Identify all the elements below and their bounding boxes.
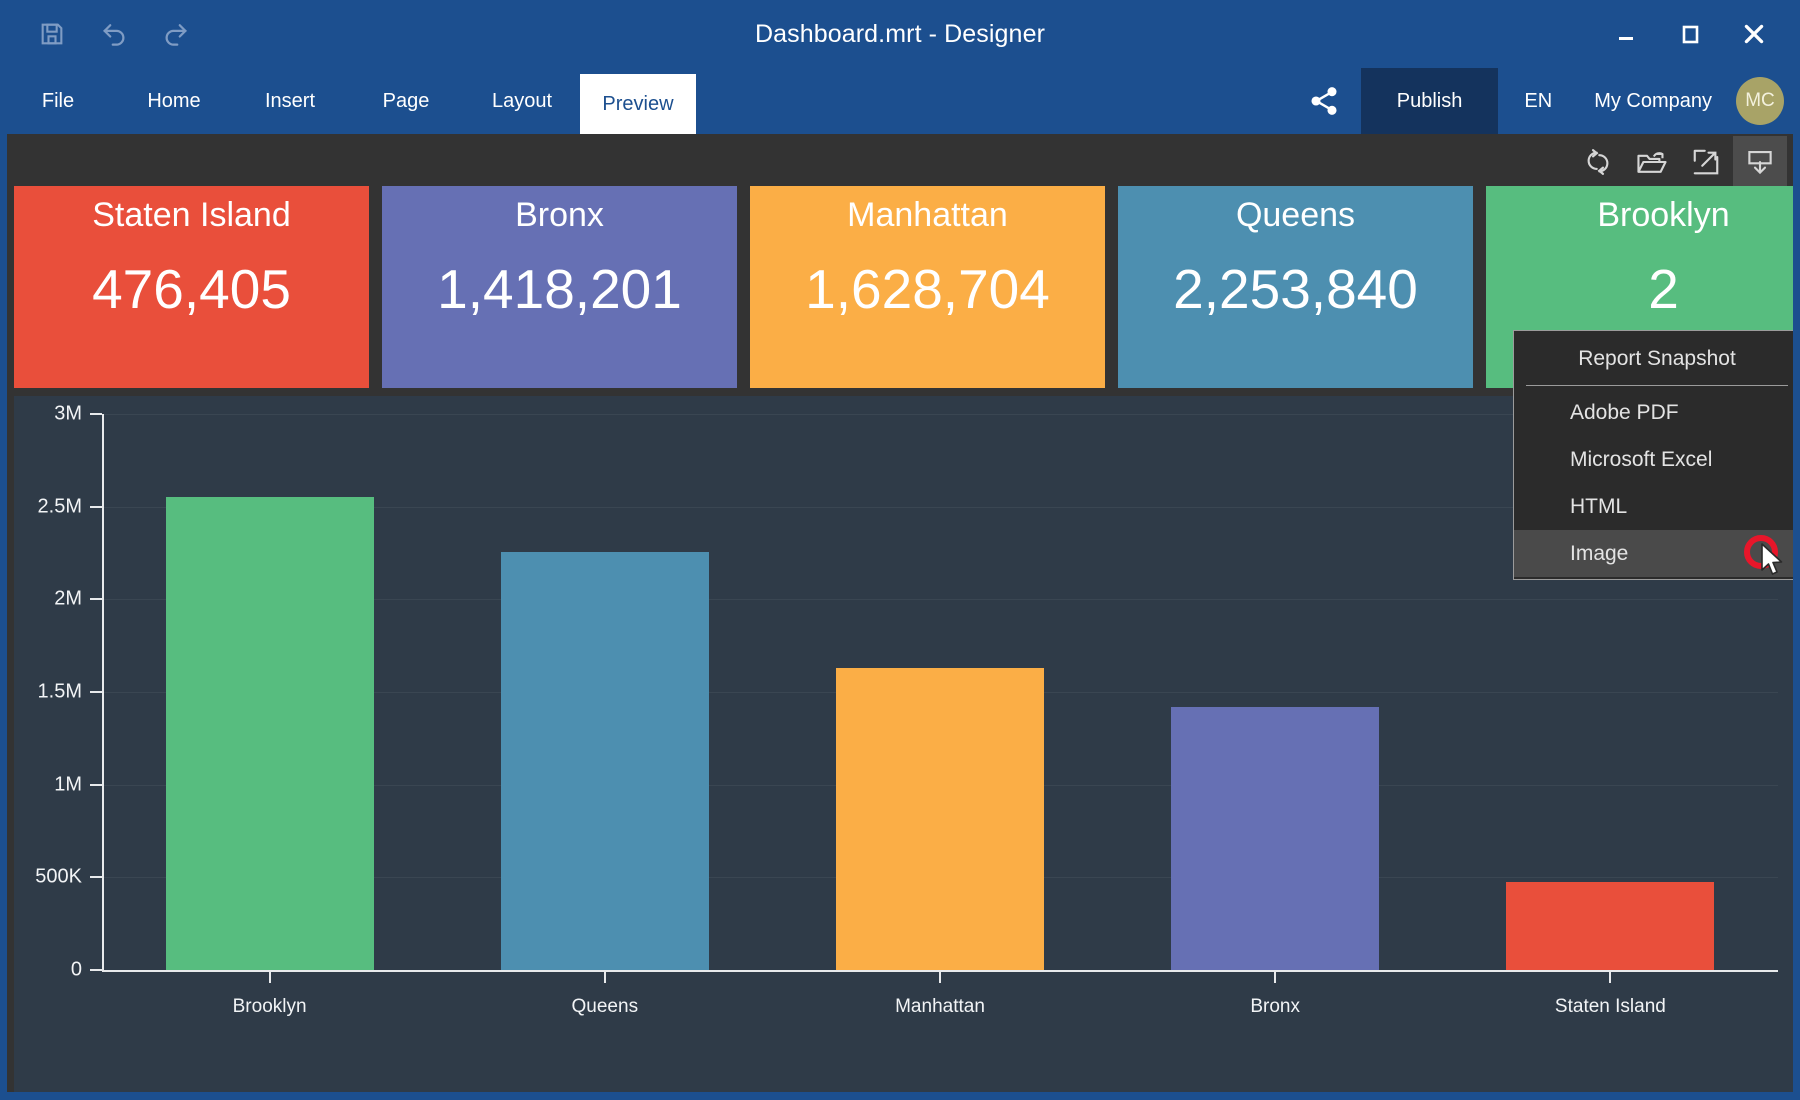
tab-preview-label: Preview (602, 92, 674, 115)
x-axis-tick (603, 972, 606, 983)
kpi-value: 1,418,201 (437, 258, 682, 320)
x-axis-tick-label: Bronx (1250, 996, 1301, 1017)
menu-item-label: HTML (1570, 494, 1628, 518)
tab-file-label: File (41, 89, 75, 112)
tab-page-label: Page (382, 89, 430, 112)
menu-item-html[interactable]: HTML (1514, 483, 1793, 530)
ribbon-bar: File Home Insert Page Layout Preview Pub… (0, 68, 1800, 134)
y-axis-tick-label: 2M (54, 587, 82, 610)
avatar[interactable]: MC (1736, 77, 1784, 125)
y-axis-tick (90, 876, 102, 879)
x-axis-tick-label: Staten Island (1554, 996, 1666, 1017)
y-axis-tick (90, 691, 102, 693)
menu-item-report-snapshot[interactable]: Report Snapshot (1514, 335, 1793, 382)
y-axis-tick-label: 1M (54, 773, 82, 796)
share-icon[interactable] (1287, 68, 1361, 134)
close-icon[interactable] (1722, 8, 1786, 60)
title-bar: Dashboard.mrt - Designer (0, 0, 1800, 68)
kpi-title: Staten Island (92, 196, 291, 234)
x-axis-tick (1609, 972, 1612, 983)
kpi-title: Brooklyn (1597, 196, 1730, 234)
company-menu[interactable]: My Company (1578, 68, 1722, 134)
menu-item-label: Report Snapshot (1578, 346, 1736, 370)
kpi-card-bronx[interactable]: Bronx 1,418,201 (382, 186, 737, 388)
menu-item-label: Adobe PDF (1570, 400, 1679, 424)
x-axis-tick-label: Queens (571, 996, 639, 1017)
y-axis-tick-label: 0 (70, 958, 82, 981)
kpi-value: 2,253,840 (1173, 258, 1418, 320)
report-viewer: Staten Island 476,405 Bronx 1,418,201 Ma… (7, 134, 1793, 1092)
cursor-indicator (1738, 533, 1793, 577)
y-axis-tick-label: 1.5M (37, 680, 82, 703)
chart-bar[interactable] (1171, 707, 1380, 970)
tab-home[interactable]: Home (116, 68, 232, 134)
tab-preview[interactable]: Preview (580, 74, 696, 134)
open-folder-icon[interactable] (1625, 136, 1679, 188)
company-label: My Company (1594, 89, 1712, 112)
chart-bar[interactable] (500, 552, 709, 970)
chart-bar[interactable] (165, 496, 374, 970)
y-axis-tick (90, 413, 102, 415)
avatar-initials: MC (1745, 90, 1775, 111)
tab-layout-label: Layout (491, 89, 553, 112)
tab-page[interactable]: Page (348, 68, 464, 134)
x-axis-tick-label: Manhattan (895, 996, 985, 1017)
window-title: Dashboard.mrt - Designer (754, 20, 1045, 48)
language-selector[interactable]: EN (1498, 68, 1578, 134)
y-axis-tick (90, 598, 102, 601)
kpi-value: 476,405 (92, 258, 291, 320)
menu-item-label: Microsoft Excel (1570, 447, 1713, 471)
y-axis-tick-label: 3M (54, 402, 82, 425)
y-axis-tick-label: 2.5M (37, 495, 82, 518)
x-axis-tick-label: Brooklyn (232, 996, 307, 1017)
designer-window: Dashboard.mrt - Designer File Home Inser… (0, 0, 1800, 1100)
y-axis-tick-label: 500K (35, 865, 82, 888)
y-axis-line (102, 414, 104, 972)
y-axis-tick (90, 783, 102, 786)
language-label: EN (1524, 89, 1553, 112)
x-axis-tick (939, 972, 941, 983)
menu-separator (1526, 385, 1788, 386)
preview-toolbar (1571, 134, 1793, 190)
ribbon-actions: Publish EN My Company MC (1287, 68, 1800, 134)
tab-file[interactable]: File (0, 68, 116, 134)
maximize-icon[interactable] (1658, 8, 1722, 60)
mouse-cursor-icon (1761, 543, 1783, 575)
tab-insert[interactable]: Insert (232, 68, 348, 134)
ribbon-tabs: File Home Insert Page Layout Preview (0, 68, 696, 134)
kpi-value: 2 (1648, 258, 1679, 320)
preview-surface: Staten Island 476,405 Bronx 1,418,201 Ma… (0, 134, 1800, 1100)
menu-item-image[interactable]: Image (1514, 530, 1793, 577)
kpi-value: 1,628,704 (805, 258, 1050, 320)
menu-item-microsoft-excel[interactable]: Microsoft Excel (1514, 436, 1793, 483)
chart-bar[interactable] (1506, 881, 1715, 970)
tab-layout[interactable]: Layout (464, 68, 580, 134)
publish-label: Publish (1396, 89, 1463, 112)
kpi-card-queens[interactable]: Queens 2,253,840 (1118, 186, 1473, 388)
kpi-card-staten-island[interactable]: Staten Island 476,405 (14, 186, 369, 388)
publish-button[interactable]: Publish (1360, 68, 1499, 134)
kpi-title: Queens (1235, 196, 1356, 234)
window-controls (1594, 0, 1786, 68)
y-axis-tick (90, 505, 102, 508)
export-dropdown-menu: Report Snapshot Adobe PDF Microsoft Exce… (1513, 330, 1793, 580)
refresh-icon[interactable] (1571, 136, 1625, 188)
y-axis-tick (90, 969, 102, 971)
fullscreen-icon[interactable] (1679, 136, 1733, 188)
tab-home-label: Home (147, 89, 201, 112)
export-icon[interactable] (1733, 136, 1787, 188)
tab-insert-label: Insert (264, 89, 316, 112)
menu-item-label: Image (1570, 541, 1629, 565)
x-axis-tick (1274, 972, 1277, 983)
chart-bar[interactable] (836, 668, 1044, 970)
minimize-icon[interactable] (1594, 8, 1658, 60)
x-axis-tick (268, 972, 271, 983)
kpi-card-manhattan[interactable]: Manhattan 1,628,704 (750, 186, 1105, 388)
menu-item-adobe-pdf[interactable]: Adobe PDF (1514, 389, 1793, 436)
kpi-title: Manhattan (847, 196, 1008, 234)
kpi-title: Bronx (515, 196, 604, 234)
